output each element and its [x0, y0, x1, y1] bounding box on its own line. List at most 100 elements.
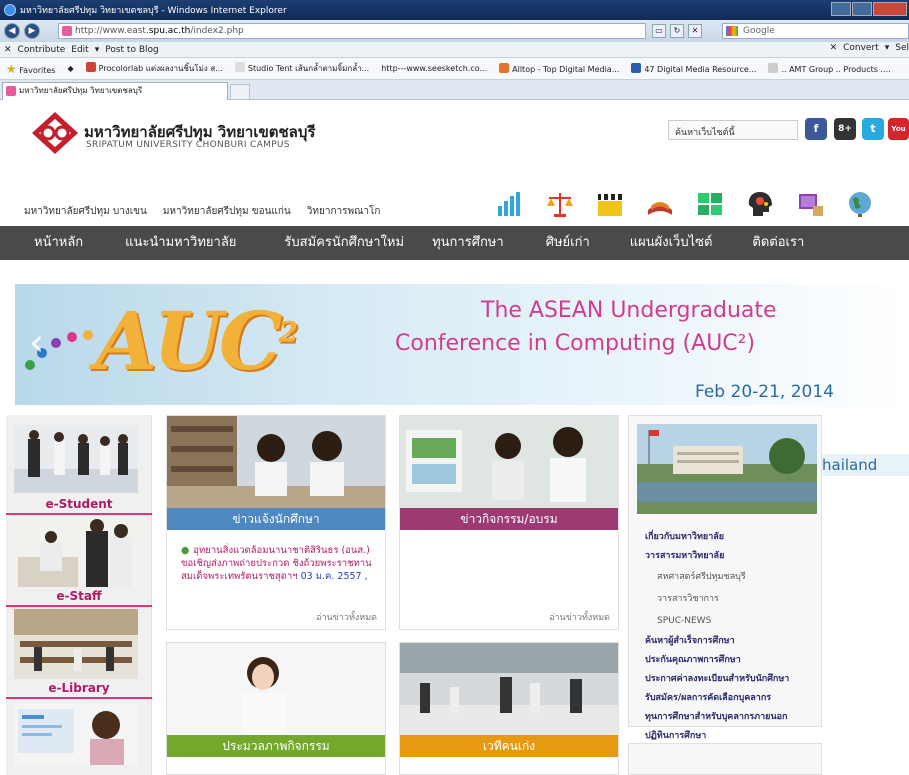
site-search-input[interactable]: ค้นหาเว็บไซต์นี้: [668, 120, 798, 140]
student-news-title[interactable]: ข่าวแจ้งนักศึกษา: [167, 508, 385, 530]
google-plus-icon[interactable]: 8+: [834, 118, 856, 140]
chevron-down-icon[interactable]: ▾: [95, 45, 100, 55]
e-learning-photo[interactable]: [14, 703, 138, 765]
talent-photo[interactable]: [400, 643, 618, 735]
link-bangkhen[interactable]: มหาวิทยาลัยศรีปทุม บางเขน: [24, 204, 147, 219]
menu-about[interactable]: เกี่ยวกับมหาวิทยาลัย: [645, 528, 821, 547]
computer-icon[interactable]: [795, 190, 825, 218]
compat-icon[interactable]: ▭: [652, 24, 666, 38]
edit-button[interactable]: Edit: [71, 45, 88, 55]
campus-photo[interactable]: [637, 424, 817, 514]
university-name-en: SRIPATUM UNIVERSITY CHONBURI CAMPUS: [86, 140, 290, 150]
divider: [6, 513, 152, 515]
divider: [6, 605, 152, 607]
favorite-link[interactable]: Studio Tent เส้นกล้ำตามจิ้มกล้ำ...: [234, 62, 369, 75]
link-khonkaen[interactable]: มหาวิทยาลัยศรีปทุม ขอนแก่น: [163, 204, 291, 219]
url-input[interactable]: http://www.east.spu.ac.th/index2.php: [58, 23, 646, 39]
e-library-photo[interactable]: [14, 609, 138, 679]
globe-icon[interactable]: [845, 190, 875, 218]
google-icon: [726, 26, 738, 36]
menu-external-scholarship[interactable]: ทุนการศึกษาสำหรับบุคลากรภายนอก: [645, 708, 821, 727]
chevron-down-icon-2[interactable]: ▾: [885, 43, 890, 53]
link-college[interactable]: วิทยาการพณาโก: [307, 204, 381, 219]
activity-news-title[interactable]: ข่าวกิจกรรม/อบรม: [400, 508, 618, 530]
add-favorite-icon[interactable]: ◆: [67, 64, 73, 73]
menu-graduate-search[interactable]: ค้นหาผู้สำเร็จการศึกษา: [645, 632, 821, 651]
nav-contact[interactable]: ติดต่อเรา: [752, 226, 804, 260]
gallery-photo[interactable]: [167, 643, 385, 735]
favorite-link[interactable]: Procolorlab แต่งผลงานชิ้นโม่ง ส...: [85, 62, 223, 75]
bar-chart-icon[interactable]: [495, 190, 525, 218]
quick-links: e-Student e-Staff e-Library: [6, 415, 152, 775]
nav-sitemap[interactable]: แผนผังเว็บไซต์: [630, 226, 713, 260]
youtube-icon[interactable]: You: [888, 118, 909, 140]
close-toolbar-icon-2[interactable]: ✕: [830, 43, 838, 53]
calculator-icon[interactable]: [695, 190, 725, 218]
menu-recruitment[interactable]: รับสมัคร/ผลการคัดเลือกบุคลากร: [645, 689, 821, 708]
e-student-photo[interactable]: [14, 425, 138, 493]
nav-about[interactable]: แนะนำมหาวิทยาลัย: [125, 226, 236, 260]
read-all-news-link[interactable]: อ่านข่าวทั้งหมด: [316, 610, 377, 624]
twitter-icon[interactable]: t: [862, 118, 884, 140]
menu-spuc-news[interactable]: SPUC-NEWS: [645, 610, 821, 632]
window-title: มหาวิทยาลัยศรีปทุม วิทยาเขตชลบุรี - Wind…: [20, 6, 287, 16]
post-to-blog-button[interactable]: Post to Blog: [105, 45, 158, 55]
maximize-button[interactable]: [852, 2, 872, 16]
nav-alumni[interactable]: ศิษย์เก่า: [546, 226, 590, 260]
refresh-icon[interactable]: ↻: [670, 24, 684, 38]
menu-fees[interactable]: ประกาศค่าลงทะเบียนสำหรับนักศึกษา: [645, 670, 821, 689]
close-toolbar-icon[interactable]: ✕: [4, 45, 12, 55]
read-all-activity-link[interactable]: อ่านข่าวทั้งหมด: [549, 610, 610, 624]
favorite-link[interactable]: .. AMT Group .. Products ....: [768, 63, 891, 74]
right-menu: เกี่ยวกับมหาวิทยาลัย วารสารมหาวิทยาลัย ส…: [645, 528, 821, 746]
news-item[interactable]: ● อุทยานสิ่งแวดล้อมนานาชาติสิรินธร (อนส.)…: [181, 544, 381, 583]
back-button[interactable]: ◀: [4, 23, 20, 39]
close-button[interactable]: [873, 2, 907, 16]
talent-title[interactable]: เวทีคนเก่ง: [400, 735, 618, 757]
hero-banner[interactable]: AUC2 The ASEAN Undergraduate Conference …: [15, 284, 909, 408]
content-area: e-Student e-Staff e-Library ข่าวแจ้งนักศ…: [6, 405, 822, 775]
new-tab-button[interactable]: [230, 84, 250, 100]
student-news-photo[interactable]: [167, 416, 385, 508]
books-icon[interactable]: [645, 190, 675, 218]
gallery-title[interactable]: ประมวลภาพกิจกรรม: [167, 735, 385, 757]
forward-button[interactable]: ▶: [24, 23, 40, 39]
ie-icon: [4, 4, 16, 16]
facebook-icon[interactable]: f: [805, 118, 827, 140]
contribute-button[interactable]: Contribute: [18, 45, 66, 55]
activity-news-card: ข่าวกิจกรรม/อบรม อ่านข่าวทั้งหมด: [399, 415, 619, 630]
search-input[interactable]: Google: [722, 23, 909, 39]
activity-news-photo[interactable]: [400, 416, 618, 508]
convert-button[interactable]: Convert: [843, 43, 879, 53]
menu-journal-sahasat[interactable]: สหศาสตร์ศรีปทุมชลบุรี: [645, 566, 821, 588]
favorite-icon: [234, 62, 245, 72]
nav-admission[interactable]: รับสมัครนักศึกษาใหม่: [284, 226, 404, 260]
head-gear-icon[interactable]: [745, 190, 775, 218]
favorite-link[interactable]: http---www.seesketch.co...: [381, 64, 487, 73]
tab-active[interactable]: มหาวิทยาลัยศรีปทุม วิทยาเขตชลบุรี: [2, 82, 228, 100]
e-staff-label[interactable]: e-Staff: [6, 589, 152, 603]
minimize-button[interactable]: [831, 2, 851, 16]
nav-scholarship[interactable]: ทุนการศึกษา: [432, 226, 504, 260]
favorite-link[interactable]: 47 Digital Media Resource...: [631, 63, 756, 74]
nav-home[interactable]: หน้าหลัก: [34, 226, 83, 260]
e-staff-photo[interactable]: [14, 517, 138, 587]
banner-prev-arrow[interactable]: ‹: [29, 320, 44, 364]
stop-icon[interactable]: ✕: [688, 24, 702, 38]
tab-bar: มหาวิทยาลัยศรีปทุม วิทยาเขตชลบุรี: [0, 80, 909, 100]
scales-icon[interactable]: [545, 190, 575, 218]
favorites-button[interactable]: ★ Favorites: [6, 62, 55, 76]
e-library-label[interactable]: e-Library: [6, 681, 152, 695]
menu-journal-academic[interactable]: วารสารวิชาการ: [645, 588, 821, 610]
banner-location-fragment: hailand: [822, 454, 909, 476]
favorite-link[interactable]: Alltop - Top Digital Media...: [499, 63, 619, 74]
university-logo[interactable]: [30, 110, 80, 156]
menu-quality-assurance[interactable]: ประกันคุณภาพการศึกษา: [645, 651, 821, 670]
menu-journal[interactable]: วารสารมหาวิทยาลัย: [645, 547, 821, 566]
main-nav: หน้าหลัก แนะนำมหาวิทยาลัย รับสมัครนักศึก…: [0, 226, 909, 260]
e-student-label[interactable]: e-Student: [6, 497, 152, 511]
select-button[interactable]: Sel: [895, 43, 909, 53]
banner-next-arrow[interactable]: ›: [890, 320, 905, 364]
right-menu-panel: เกี่ยวกับมหาวิทยาลัย วารสารมหาวิทยาลัย ส…: [628, 415, 822, 741]
clapperboard-icon[interactable]: [595, 190, 625, 218]
